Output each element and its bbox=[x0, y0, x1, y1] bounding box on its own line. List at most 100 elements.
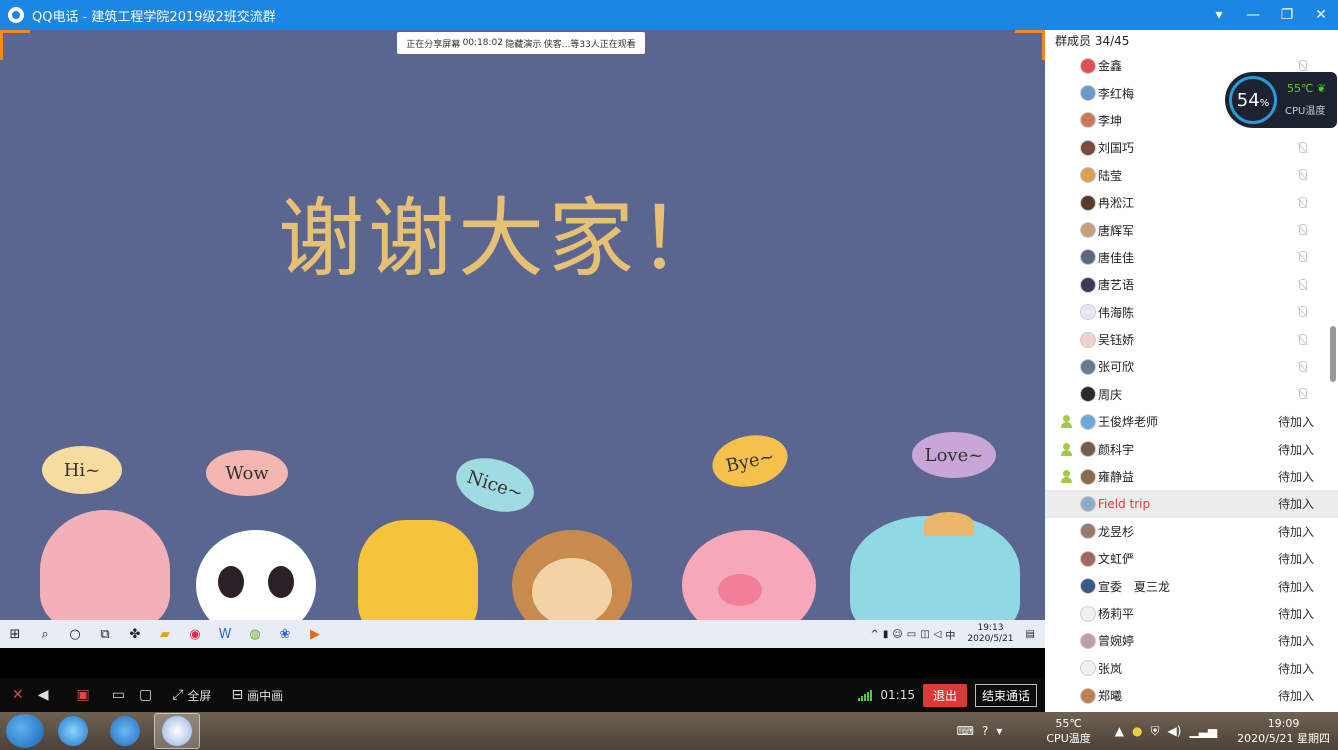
member-row[interactable]: 郑曦 待加入 bbox=[1045, 682, 1338, 709]
member-row[interactable]: 陆莹 bbox=[1045, 162, 1338, 189]
share-viewers: 侠客...等33人正在观看 bbox=[543, 39, 636, 50]
speaker-icon[interactable]: ◀ bbox=[38, 678, 49, 712]
end-call-button[interactable]: 结束通话 bbox=[974, 683, 1037, 707]
tray-up-arrow-icon[interactable]: ▲ bbox=[1115, 724, 1124, 738]
tray-cpu-label: CPU温度 bbox=[1046, 732, 1091, 745]
member-row[interactable]: 文虹俨 待加入 bbox=[1045, 545, 1338, 572]
bird-icon bbox=[110, 716, 140, 746]
member-row[interactable]: 伟海陈 bbox=[1045, 299, 1338, 326]
mic-muted-icon bbox=[1296, 224, 1308, 236]
member-status: 待加入 bbox=[1277, 634, 1314, 649]
shared-tray: ^ ▮ ☺ ▭ ◫ ◁ 中 19:13 2020/5/21 ▤ bbox=[870, 620, 1035, 648]
member-row[interactable]: 曾婉婷 待加入 bbox=[1045, 627, 1338, 654]
share-corner-tr bbox=[1015, 30, 1045, 60]
tray-network-icon[interactable]: ▁▃▅ bbox=[1189, 724, 1217, 738]
cpu-temp-label: CPU温度 bbox=[1285, 106, 1326, 117]
tray-cpu[interactable]: 55℃ CPU温度 bbox=[1046, 716, 1090, 746]
shared-ime: 中 bbox=[945, 630, 956, 642]
member-row[interactable]: 刘国巧 bbox=[1045, 134, 1338, 161]
member-status: 待加入 bbox=[1277, 689, 1314, 704]
owl-illustration bbox=[40, 510, 170, 620]
member-scrollbar[interactable] bbox=[1330, 326, 1336, 382]
member-row[interactable]: 冉淞江 bbox=[1045, 189, 1338, 216]
dropdown-button[interactable]: ▾ bbox=[1202, 0, 1236, 30]
avatar bbox=[1080, 139, 1096, 156]
avatar bbox=[1080, 495, 1096, 512]
exit-button[interactable]: 退出 bbox=[922, 683, 967, 707]
tray-security-icon[interactable]: ⛨ bbox=[1150, 724, 1159, 739]
member-name: 唐佳佳 bbox=[1098, 250, 1135, 265]
member-row[interactable]: 唐佳佳 bbox=[1045, 244, 1338, 271]
taskbar-qq-button[interactable] bbox=[154, 713, 200, 749]
minimize-button[interactable]: — bbox=[1236, 0, 1270, 30]
member-row[interactable]: 唐辉军 bbox=[1045, 216, 1338, 243]
panda-illustration bbox=[196, 530, 316, 620]
taskbar-ie-button[interactable] bbox=[50, 713, 96, 749]
avatar bbox=[1080, 167, 1096, 184]
close-button[interactable]: ✕ bbox=[1304, 0, 1338, 30]
member-name: 龙昱杉 bbox=[1098, 524, 1135, 539]
pip-label: 画中画 bbox=[247, 688, 284, 703]
demo-icon[interactable]: ▢ bbox=[139, 678, 152, 712]
shared-ppt-icon: ▶ bbox=[310, 626, 320, 642]
tray-clock[interactable]: 19:09 2020/5/21 星期四 bbox=[1237, 716, 1330, 746]
avatar bbox=[1080, 386, 1096, 403]
pip-button[interactable]: ⊟ 画中画 bbox=[231, 678, 283, 712]
member-row[interactable]: 龙昱杉 待加入 bbox=[1045, 518, 1338, 545]
member-row[interactable]: 宣委 夏三龙 待加入 bbox=[1045, 572, 1338, 599]
restore-button[interactable]: ❐ bbox=[1270, 0, 1304, 30]
member-row[interactable]: 周庆 bbox=[1045, 381, 1338, 408]
shared-wps-icon: W bbox=[218, 626, 232, 642]
mic-muted-icon bbox=[1296, 59, 1308, 72]
member-row[interactable]: 雍静益 待加入 bbox=[1045, 463, 1338, 490]
share-hide-button[interactable]: 隐藏演示 bbox=[505, 37, 541, 50]
avatar bbox=[1080, 276, 1096, 293]
member-row[interactable]: 王俊烨老师 待加入 bbox=[1045, 408, 1338, 435]
avatar bbox=[1080, 222, 1096, 239]
start-button[interactable] bbox=[6, 714, 44, 748]
member-row[interactable]: 颜科宇 待加入 bbox=[1045, 435, 1338, 462]
member-status: 待加入 bbox=[1277, 415, 1314, 430]
member-row[interactable]: 唐艺语 bbox=[1045, 271, 1338, 298]
member-row[interactable]: 张岚 待加入 bbox=[1045, 655, 1338, 682]
fullscreen-icon: ⤢ bbox=[172, 687, 184, 703]
cpu-widget[interactable]: 54% 55℃ ❦ CPU温度 bbox=[1225, 72, 1337, 128]
mic-muted-icon bbox=[1296, 278, 1308, 291]
invited-user-icon bbox=[1060, 415, 1073, 429]
shared-search-icon: ⌕ bbox=[41, 626, 49, 642]
tray-expand-icon[interactable]: ▾ bbox=[996, 724, 1002, 738]
bubble-love: Love~ bbox=[912, 432, 996, 478]
member-status: 待加入 bbox=[1277, 497, 1314, 512]
member-row[interactable]: 吴钰娇 bbox=[1045, 326, 1338, 353]
camera-off-icon[interactable]: ▣ bbox=[77, 678, 90, 712]
shared-up-arrow-icon: ^ bbox=[870, 628, 879, 640]
call-control-bar: ✕ ◀ ▣ ▭ ▢ ⤢ 全屏 ⊟ 画中画 01:15 退出 结束通话 bbox=[0, 678, 1045, 712]
slide-headline: 谢谢大家！ bbox=[278, 189, 728, 289]
screen-share-icon[interactable]: ▭ bbox=[112, 678, 125, 712]
avatar bbox=[1080, 687, 1096, 704]
avatar bbox=[1080, 249, 1096, 266]
member-row[interactable]: 张可欣 bbox=[1045, 353, 1338, 380]
shared-cortana-icon: ○ bbox=[69, 626, 81, 642]
help-icon[interactable]: ? bbox=[982, 724, 988, 738]
member-row[interactable]: 杨莉平 待加入 bbox=[1045, 600, 1338, 627]
signal-icon bbox=[858, 689, 873, 701]
member-row[interactable]: Field trip 待加入 bbox=[1045, 490, 1338, 518]
avatar bbox=[1080, 632, 1096, 649]
member-name: 伟海陈 bbox=[1098, 305, 1135, 320]
shared-screen[interactable]: 正在分享屏幕 00:18:02 隐藏演示 侠客...等33人正在观看 谢谢大家！… bbox=[0, 30, 1045, 620]
keyboard-icon[interactable]: ⌨ bbox=[957, 724, 974, 738]
share-corner-tl bbox=[0, 30, 30, 60]
tray-volume-icon[interactable]: ◀) bbox=[1167, 724, 1181, 738]
member-name: 周庆 bbox=[1098, 387, 1123, 402]
tray-app-icon[interactable]: ● bbox=[1132, 724, 1142, 738]
taskbar-feiyu-button[interactable] bbox=[102, 713, 148, 749]
cpu-usage-unit: % bbox=[1259, 97, 1270, 109]
fullscreen-button[interactable]: ⤢ 全屏 bbox=[172, 678, 211, 712]
qq-logo-icon bbox=[8, 7, 24, 23]
leaf-icon: ❦ bbox=[1316, 82, 1327, 95]
mic-muted-icon bbox=[1296, 360, 1308, 373]
mic-muted-icon[interactable]: ✕ bbox=[12, 678, 24, 712]
member-status: 待加入 bbox=[1277, 442, 1314, 457]
call-control-right: 01:15 退出 结束通话 bbox=[858, 678, 1037, 712]
